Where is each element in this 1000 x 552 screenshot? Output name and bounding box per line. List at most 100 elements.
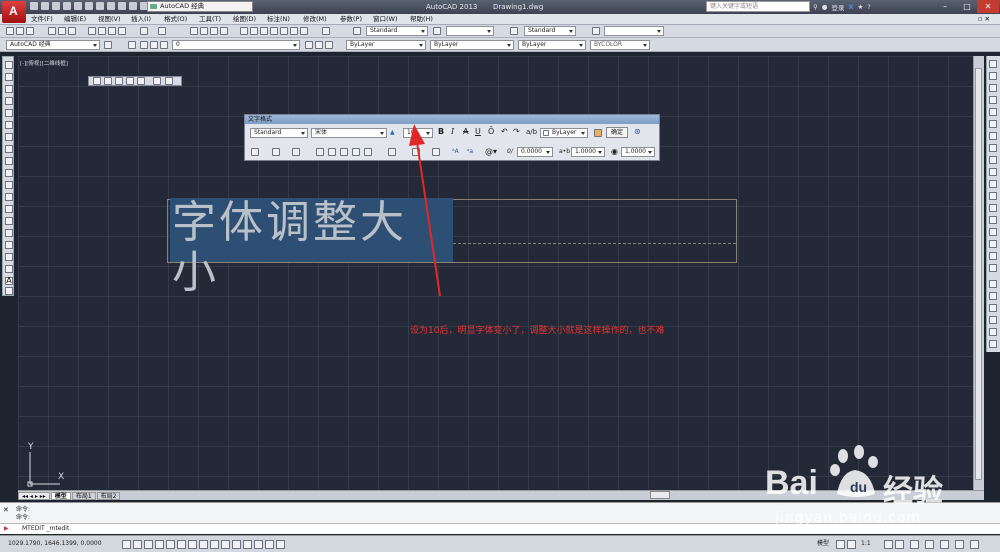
text-style-icon[interactable] (353, 27, 361, 35)
minimize-button[interactable]: – (934, 0, 956, 13)
hatch-icon[interactable] (5, 229, 13, 237)
workspace-settings-icon[interactable] (104, 41, 112, 49)
lock-ui-icon[interactable] (925, 540, 934, 549)
menu-edit[interactable]: 编辑(E) (64, 14, 86, 25)
matchprop-icon[interactable] (118, 27, 126, 35)
point-icon[interactable] (5, 217, 13, 225)
bring-front-icon[interactable] (989, 292, 997, 300)
autoscale-icon[interactable] (895, 540, 904, 549)
break-icon[interactable] (989, 204, 997, 212)
close-button[interactable]: ✕ (977, 0, 999, 13)
table-icon[interactable] (5, 265, 13, 273)
paste-icon[interactable] (108, 27, 116, 35)
quick-view-layouts-icon[interactable] (836, 540, 845, 549)
menu-restore-icon[interactable]: ▫ ✕ (978, 14, 990, 25)
make-current-icon[interactable] (305, 41, 313, 49)
join-icon[interactable] (989, 216, 997, 224)
quickprops-icon[interactable] (254, 540, 263, 549)
ruler-icon[interactable] (594, 129, 602, 137)
text-style-dropdown[interactable]: Standard (366, 26, 428, 36)
align-left-icon[interactable] (316, 148, 324, 156)
quickcalc-icon[interactable] (290, 27, 298, 35)
lowercase-icon[interactable]: ᵃa (467, 148, 473, 156)
width-factor-input[interactable]: 1.0000 (621, 147, 655, 157)
menu-file[interactable]: 文件(F) (31, 14, 53, 25)
grid-icon[interactable] (144, 540, 153, 549)
hardware-accel-icon[interactable] (940, 540, 949, 549)
trim-icon[interactable] (989, 168, 997, 176)
star-icon[interactable]: ★ (857, 3, 863, 11)
workspace-switch-icon[interactable] (910, 540, 919, 549)
undo-icon[interactable] (140, 27, 148, 35)
command-close-icon[interactable]: ✕ (3, 506, 9, 514)
mtext-icon[interactable]: A (5, 277, 13, 285)
polyline-icon[interactable] (5, 85, 13, 93)
explode-icon[interactable] (989, 264, 997, 272)
view-top-icon[interactable] (93, 77, 101, 85)
menu-window[interactable]: 窗口(W) (373, 14, 398, 25)
osnap-icon[interactable] (177, 540, 186, 549)
circle-icon[interactable] (5, 133, 13, 141)
linetype-dropdown[interactable]: ByLayer (430, 40, 514, 50)
viewport-label[interactable]: [-][俯视][二维线框] (20, 59, 68, 67)
line-spacing-icon[interactable] (388, 148, 396, 156)
maximize-button[interactable]: □ (956, 0, 978, 13)
mtext-justify-icon[interactable] (272, 148, 280, 156)
undo-icon[interactable] (85, 2, 93, 10)
add-selected-icon[interactable] (5, 287, 13, 295)
lock-icon[interactable] (160, 41, 168, 49)
table-style-icon[interactable] (510, 27, 518, 35)
otrack-icon[interactable] (199, 540, 208, 549)
align-right-icon[interactable] (340, 148, 348, 156)
overline-button[interactable]: Ō (488, 128, 494, 136)
ortho-icon[interactable] (155, 540, 164, 549)
saveas-icon[interactable] (63, 2, 71, 10)
user-icon[interactable]: ● (822, 3, 828, 11)
open-icon[interactable] (41, 2, 49, 10)
distribute-icon[interactable] (364, 148, 372, 156)
view-3d-icon[interactable] (165, 77, 173, 85)
help-icon[interactable] (322, 27, 330, 35)
publish-icon[interactable] (68, 27, 76, 35)
annotative-icon[interactable]: ▲ (390, 129, 395, 137)
tracking-input[interactable]: 1.0000 (571, 147, 605, 157)
gradient-icon[interactable] (5, 241, 13, 249)
save-icon[interactable] (26, 27, 34, 35)
zoom-window-icon[interactable] (210, 27, 218, 35)
erase-icon[interactable] (989, 60, 997, 68)
chamfer-icon[interactable] (989, 228, 997, 236)
view-iso-icon[interactable] (137, 77, 145, 85)
blend-icon[interactable] (989, 252, 997, 260)
menu-format[interactable]: 格式(O) (164, 14, 187, 25)
align-center-icon[interactable] (328, 148, 336, 156)
annotation-visibility-icon[interactable] (884, 540, 893, 549)
annotation-monitor-icon[interactable] (276, 540, 285, 549)
insert-block-icon[interactable] (5, 193, 13, 201)
menu-modify[interactable]: 修改(M) (303, 14, 327, 25)
menu-view[interactable]: 视图(V) (98, 14, 121, 25)
exchange-icon[interactable]: X (848, 3, 853, 11)
view-camera-icon[interactable] (153, 77, 161, 85)
dim-style-dropdown[interactable] (446, 26, 494, 36)
new-icon[interactable] (6, 27, 14, 35)
ellipse-arc-icon[interactable] (5, 181, 13, 189)
ok-button[interactable]: 确定 (606, 127, 628, 138)
3dosnap-icon[interactable] (188, 540, 197, 549)
oblique-input[interactable]: 0.0000 (517, 147, 553, 157)
toolpalettes-icon[interactable] (260, 27, 268, 35)
tab-layout2[interactable]: 布局2 (96, 492, 121, 500)
menu-draw[interactable]: 绘图(D) (233, 14, 256, 25)
arc-icon[interactable] (5, 121, 13, 129)
move-icon[interactable] (989, 120, 997, 128)
coordinates-readout[interactable]: 1029.1790, 1646.1399, 0.0000 (8, 540, 102, 547)
ducs-icon[interactable] (210, 540, 219, 549)
fillet-icon[interactable] (989, 240, 997, 248)
justify-icon[interactable] (352, 148, 360, 156)
open-icon[interactable] (16, 27, 24, 35)
tab-model[interactable]: 模型 (50, 492, 71, 500)
color-dropdown[interactable]: ByLayer (346, 40, 426, 50)
lightbulb-icon[interactable] (140, 41, 148, 49)
text-front-icon[interactable] (989, 316, 997, 324)
strikethrough-button[interactable]: A (463, 128, 468, 136)
redo-icon[interactable] (158, 27, 166, 35)
